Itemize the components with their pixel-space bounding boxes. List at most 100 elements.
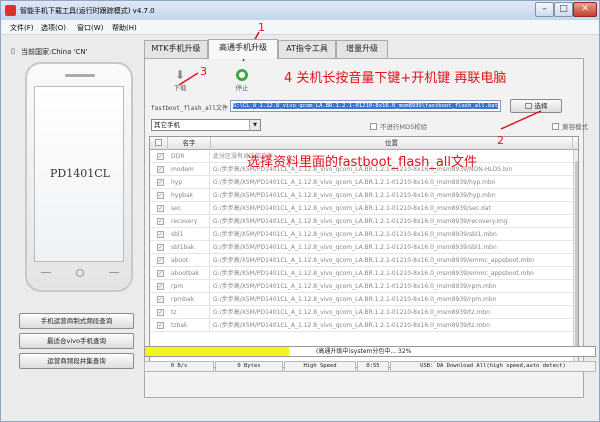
column-select-all[interactable] [150, 137, 168, 150]
current-country-label: 当前国家:China 'CN' [21, 48, 88, 56]
partition-name: rpm [168, 280, 210, 293]
row-checkbox[interactable]: ✓ [157, 166, 164, 173]
progress-text: (高通升级中)system分包中... 32% [316, 348, 412, 355]
row-checkbox[interactable]: ✓ [157, 270, 164, 277]
annotation-select-instruction: 选择资料里面的fastboot_flash_all文件 [247, 155, 478, 170]
status-speed: 0 B/s [144, 361, 214, 372]
menu-help[interactable]: 帮助(H) [112, 23, 137, 33]
status-elapsed: 0:55 [357, 361, 389, 372]
window-title: 智能手机下载工具(运行时跟踪模式) v4.7.0 [20, 7, 155, 15]
partition-file-path: G:/步步高/X5M/PD1401CL_A_1.12.8_vivo_qcom_L… [213, 231, 497, 238]
phone-type-value: 其它手机 [154, 121, 180, 129]
fastboot-file-input[interactable]: G:\CL_A_1.12.8_vivo_qcom_LA.BR.1.2.1-012… [230, 100, 501, 112]
partition-name: sbl1bak [168, 241, 210, 254]
table-row[interactable]: ✓ tz G:/步步高/X5M/PD1401CL_A_1.12.8_vivo_qco… [150, 306, 578, 319]
row-checkbox[interactable]: ✓ [157, 244, 164, 251]
fastboot-file-path: G:\CL_A_1.12.8_vivo_qcom_LA.BR.1.2.1-012… [233, 103, 498, 109]
stop-label: 停止 [235, 84, 249, 92]
vivo-phone-query-button[interactable]: 最适合vivo手机查询 [19, 333, 134, 349]
table-header: 名字 位置 [150, 137, 578, 150]
folder-icon [524, 103, 532, 109]
row-checkbox[interactable]: ✓ [157, 322, 164, 329]
select-file-button[interactable]: 选择 [510, 99, 562, 113]
row-checkbox[interactable]: ✓ [157, 218, 164, 225]
partition-file-path: G:/步步高/X5M/PD1401CL_A_1.12.8_vivo_qcom_L… [213, 205, 491, 212]
annotation-power-instruction: 4 关机长按音量下键+开机键 再联电脑 [284, 71, 507, 86]
stop-tool[interactable]: ● 停止 [227, 68, 257, 92]
row-checkbox[interactable]: ✓ [157, 296, 164, 303]
row-checkbox[interactable]: ✓ [157, 179, 164, 186]
row-checkbox[interactable]: ✓ [157, 192, 164, 199]
table-row[interactable]: ✓ hyp G:/步步高/X5M/PD1401CL_A_1.12.8_vivo_qc… [150, 176, 578, 189]
table-row[interactable]: ✓ sec G:/步步高/X5M/PD1401CL_A_1.12.8_vivo_qc… [150, 202, 578, 215]
table-row[interactable]: ✓ sbl1bak G:/步步高/X5M/PD1401CL_A_1.12.8_viv… [150, 241, 578, 254]
table-row[interactable]: ✓ aboot G:/步步高/X5M/PD1401CL_A_1.12.8_vivo_… [150, 254, 578, 267]
no-md5-checkbox-box[interactable] [370, 123, 377, 130]
menu-options[interactable]: 选项(O) [41, 23, 66, 33]
row-checkbox[interactable]: ✓ [157, 309, 164, 316]
annotation-mark-1: 1 [258, 21, 265, 34]
partition-file-path: G:/步步高/X5M/PD1401CL_A_1.12.8_vivo_qcom_L… [213, 244, 497, 251]
compat-mode-label: 兼容模式 [562, 123, 588, 131]
row-checkbox[interactable]: ✓ [157, 257, 164, 264]
progress-bar: (高通升级中)system分包中... 32% [144, 346, 596, 357]
partition-file-path: G:/步步高/X5M/PD1401CL_A_1.12.8_vivo_qcom_L… [213, 270, 534, 277]
minimize-button[interactable]: – [535, 2, 554, 17]
maximize-button[interactable]: □ [554, 2, 573, 17]
tab-incremental-upgrade[interactable]: 增量升级 [336, 40, 388, 58]
no-md5-checkbox[interactable]: 不进行MD5校验 [370, 121, 427, 131]
select-all-checkbox[interactable] [155, 139, 162, 146]
row-checkbox[interactable]: ✓ [157, 283, 164, 290]
column-location[interactable]: 位置 [211, 137, 573, 150]
carrier-band-query-button[interactable]: 手机运营商制式频段查询 [19, 313, 134, 329]
app-window: 智能手机下载工具(运行时跟踪模式) v4.7.0 – □ ✕ 文件(F) 选项(… [0, 0, 600, 422]
table-row[interactable]: ✓ rpm G:/步步高/X5M/PD1401CL_A_1.12.8_vivo_qc… [150, 280, 578, 293]
phone-menu-key [41, 272, 51, 276]
column-name[interactable]: 名字 [168, 137, 211, 150]
phone-screen: PD1401CL [34, 86, 124, 262]
row-checkbox[interactable]: ✓ [157, 205, 164, 212]
phone-speaker [65, 74, 95, 77]
phone-type-select[interactable]: 其它手机 ▼ [151, 119, 261, 131]
status-usb-mode: USB: DA Download All(high speed,auto det… [390, 361, 596, 372]
tab-at-command-tool[interactable]: AT指令工具 [278, 40, 336, 58]
menu-file[interactable]: 文件(F) [10, 23, 34, 33]
table-row[interactable]: ✓ rpmbak G:/步步高/X5M/PD1401CL_A_1.12.8_vivo… [150, 293, 578, 306]
download-icon: ⬇ [174, 68, 186, 82]
app-logo-icon [5, 5, 16, 16]
annotation-mark-3: 3 [200, 65, 207, 78]
partition-file-path: G:/步步高/X5M/PD1401CL_A_1.12.8_vivo_qcom_L… [213, 218, 508, 225]
main-panel: MTK手机升级 高通手机升级 AT指令工具 增量升级 ⬇ 下载 ● 停止 fas… [144, 39, 596, 419]
table-row[interactable]: ✓ tzbak G:/步步高/X5M/PD1401CL_A_1.12.8_vivo_… [150, 319, 578, 332]
menu-bar: 文件(F) 选项(O) 窗口(W) 帮助(H) [1, 20, 599, 35]
row-checkbox[interactable]: ✓ [157, 231, 164, 238]
partition-file-path: G:/步步高/X5M/PD1401CL_A_1.12.8_vivo_qcom_L… [213, 192, 496, 199]
compat-mode-checkbox[interactable]: 兼容模式 [552, 121, 588, 131]
table-row[interactable]: ✓ abootbak G:/步步高/X5M/PD1401CL_A_1.12.8_vi… [150, 267, 578, 280]
partition-name: sbl1 [168, 228, 210, 241]
no-md5-label: 不进行MD5校验 [380, 123, 428, 131]
left-panel: ▯ 当前国家:China 'CN' PD1401CL 手机运营商制式频段查询 最… [5, 39, 145, 419]
table-row[interactable]: ✓ hypbak G:/步步高/X5M/PD1401CL_A_1.12.8_vivo… [150, 189, 578, 202]
compat-mode-checkbox-box[interactable] [552, 123, 559, 130]
table-row[interactable]: ✓ sbl1 G:/步步高/X5M/PD1401CL_A_1.12.8_vivo_q… [150, 228, 578, 241]
partition-name: abootbak [168, 267, 210, 280]
table-scrollbar[interactable] [573, 150, 578, 367]
partition-name: rpmbak [168, 293, 210, 306]
tab-qualcomm-upgrade[interactable]: 高通手机升级 [208, 39, 278, 59]
phone-back-key [109, 272, 119, 276]
partition-file-path: G:/步步高/X5M/PD1401CL_A_1.12.8_vivo_qcom_L… [213, 179, 496, 186]
close-button[interactable]: ✕ [573, 2, 597, 17]
partition-name: hyp [168, 176, 210, 189]
title-bar[interactable]: 智能手机下载工具(运行时跟踪模式) v4.7.0 – □ ✕ [1, 1, 599, 20]
carrier-band-union-button[interactable]: 运营商频段并集查询 [19, 353, 134, 369]
chevron-down-icon[interactable]: ▼ [249, 120, 260, 130]
phone-illustration: PD1401CL [25, 62, 133, 292]
row-checkbox[interactable]: ✓ [157, 153, 164, 160]
scrollbar-thumb[interactable] [575, 161, 578, 351]
table-row[interactable]: ✓ recovery G:/步步高/X5M/PD1401CL_A_1.12.8_vi… [150, 215, 578, 228]
download-tool[interactable]: ⬇ 下载 [165, 68, 195, 92]
menu-window[interactable]: 窗口(W) [77, 23, 103, 33]
tab-mtk-upgrade[interactable]: MTK手机升级 [144, 40, 208, 58]
progress-fill [145, 347, 289, 356]
